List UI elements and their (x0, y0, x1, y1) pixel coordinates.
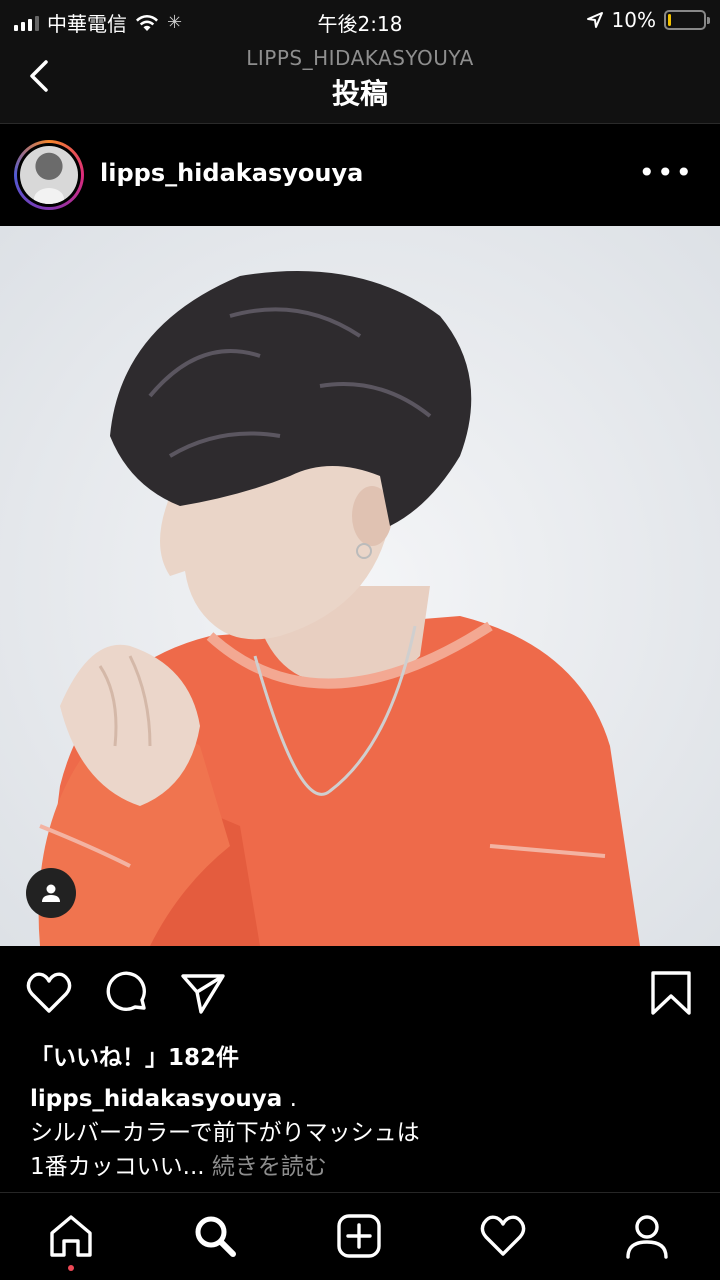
post-photo-illustration (0, 226, 720, 946)
like-count[interactable]: 「いいね！」182件 (30, 1038, 239, 1072)
battery-percent: 10% (611, 8, 656, 32)
post-header: lipps_hidakasyouya ••• (0, 125, 720, 225)
location-arrow-icon (586, 12, 603, 28)
caption-line-1-rest: . (282, 1086, 297, 1112)
activity-icon[interactable] (478, 1211, 528, 1261)
home-icon[interactable] (46, 1211, 96, 1261)
nav-header: LIPPS_HIDAKASYOUYA 投稿 (0, 40, 720, 124)
post-photo[interactable] (0, 226, 720, 946)
battery-level-fill (668, 14, 672, 26)
caption-line-1: lipps_hidakasyouya . (30, 1082, 690, 1116)
post-actions (0, 946, 720, 1036)
caption-line-3: 1番カッコいい... 続きを読む (30, 1150, 690, 1184)
comment-icon[interactable] (102, 968, 152, 1018)
nav-subtitle: LIPPS_HIDAKASYOUYA (246, 46, 474, 70)
profile-icon[interactable] (622, 1211, 672, 1261)
read-more-link[interactable]: 続きを読む (212, 1154, 327, 1180)
home-notification-dot (68, 1265, 74, 1271)
caption-username[interactable]: lipps_hidakasyouya (30, 1086, 282, 1112)
battery-icon (664, 10, 710, 30)
add-icon[interactable] (334, 1211, 384, 1261)
tab-bar (0, 1192, 720, 1280)
status-bar: 中華電信 ✳ 午後2:18 10% (0, 0, 720, 40)
post-username[interactable]: lipps_hidakasyouya (100, 159, 363, 187)
caption-line-2: シルバーカラーで前下がりマッシュは (30, 1120, 420, 1146)
search-icon[interactable] (190, 1211, 240, 1261)
post-caption: lipps_hidakasyouya . シルバーカラーで前下がりマッシュは 1… (30, 1082, 690, 1184)
user-tag-icon[interactable] (26, 868, 76, 918)
page-title: 投稿 (331, 77, 388, 110)
ellipsis-icon[interactable]: ••• (638, 159, 694, 187)
heart-icon[interactable] (24, 968, 74, 1018)
caption-line-3-text: 1番カッコいい... (30, 1154, 205, 1180)
bookmark-icon[interactable] (646, 968, 696, 1018)
paper-plane-icon[interactable] (178, 968, 228, 1018)
avatar[interactable] (14, 140, 84, 210)
status-right: 10% (586, 8, 710, 32)
avatar-image (20, 146, 78, 204)
